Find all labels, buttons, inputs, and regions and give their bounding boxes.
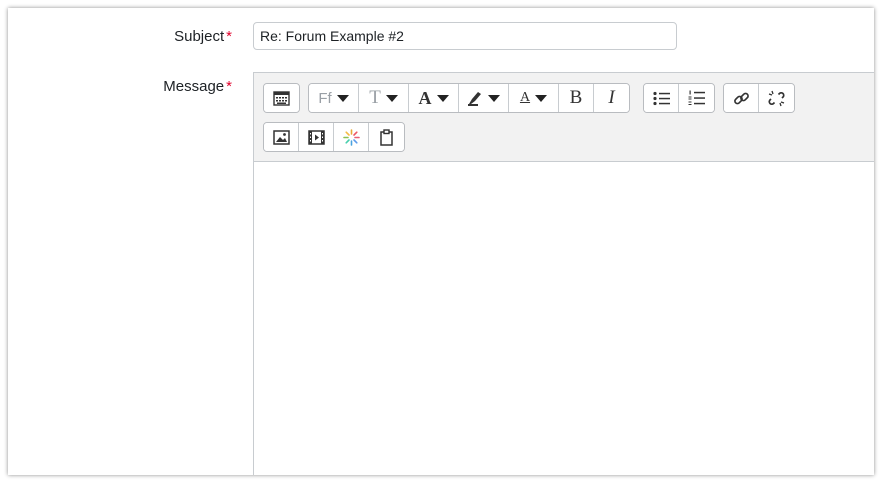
link-icon (733, 92, 749, 104)
unordered-list-button[interactable] (644, 84, 679, 112)
text-style-icon: A (519, 90, 531, 105)
required-mark: * (226, 28, 232, 45)
form-panel: Subject* Message* Ff (8, 8, 874, 475)
font-family-icon: Ff (318, 89, 332, 107)
bullet-list-icon (652, 91, 670, 105)
text-style-button[interactable]: A (509, 84, 559, 112)
chevron-down-icon (436, 94, 449, 102)
font-size-icon: T (369, 87, 381, 108)
paste-button[interactable] (369, 123, 404, 151)
h5p-icon (342, 128, 360, 146)
toolbar-group-insert (263, 122, 405, 152)
chevron-down-icon (488, 94, 500, 102)
insert-h5p-button[interactable] (334, 123, 369, 151)
toolbar-group-lists (643, 83, 715, 113)
required-mark: * (226, 78, 232, 95)
italic-icon: I (608, 87, 615, 108)
italic-button[interactable]: I (594, 84, 629, 112)
font-color-button[interactable]: A (409, 84, 459, 112)
bold-icon: B (569, 87, 583, 108)
clipboard-icon (380, 128, 393, 146)
font-size-button[interactable]: T (359, 84, 409, 112)
numbered-list-icon (688, 90, 705, 105)
message-editor: Ff T A A B I (253, 72, 874, 475)
insert-media-button[interactable] (299, 123, 334, 151)
chevron-down-icon (385, 94, 398, 102)
chevron-down-icon (535, 94, 548, 102)
image-icon (272, 129, 290, 145)
unlink-icon (768, 90, 785, 106)
media-icon (307, 129, 325, 145)
subject-label-text: Subject (174, 28, 225, 45)
link-button[interactable] (724, 84, 759, 112)
toolbar-group-links (723, 83, 795, 113)
subject-input[interactable] (253, 22, 677, 50)
show-more-buttons-button[interactable] (264, 84, 299, 112)
chevron-down-icon (336, 94, 349, 102)
message-label: Message * (8, 78, 232, 95)
subject-label: Subject * (8, 28, 232, 45)
highlighter-icon (468, 92, 481, 106)
editor-toolbar: Ff T A A B I (254, 73, 874, 162)
show-more-buttons-icon (273, 90, 290, 106)
message-label-text: Message (163, 78, 225, 95)
toolbar-group-toggle (263, 83, 300, 113)
toolbar-group-font: Ff T A A B I (308, 83, 630, 113)
insert-image-button[interactable] (264, 123, 299, 151)
font-family-button[interactable]: Ff (309, 84, 359, 112)
background-color-button[interactable] (459, 84, 509, 112)
ordered-list-button[interactable] (679, 84, 714, 112)
message-content-area[interactable] (254, 162, 874, 475)
unlink-button[interactable] (759, 84, 794, 112)
bold-button[interactable]: B (559, 84, 594, 112)
font-color-icon: A (418, 87, 432, 108)
